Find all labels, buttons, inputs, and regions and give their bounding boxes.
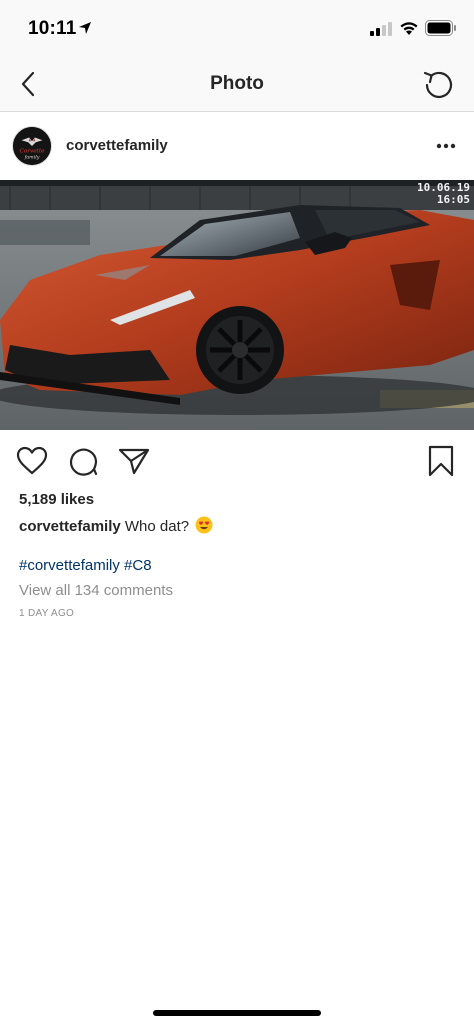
heart-eyes-emoji-icon (195, 516, 213, 534)
wifi-icon (400, 22, 418, 35)
nav-bar: Photo (0, 58, 474, 112)
paper-plane-icon (118, 448, 150, 475)
share-button[interactable] (117, 444, 151, 478)
signal-icon (370, 22, 392, 36)
post-username[interactable]: corvettefamily (66, 137, 168, 154)
caption: corvettefamily Who dat? (19, 516, 213, 535)
comment-button[interactable] (66, 444, 100, 478)
avatar[interactable]: Corvette family (12, 126, 52, 166)
like-button[interactable] (15, 444, 49, 478)
bookmark-icon (428, 445, 454, 477)
hashtag-c8[interactable]: #C8 (124, 557, 152, 574)
likes-count[interactable]: 5,189 likes (19, 491, 94, 508)
photo-time: 16:05 (436, 193, 470, 206)
status-time: 10:11 (28, 18, 77, 39)
hashtags: #corvettefamily #C8 (19, 557, 152, 574)
post-photo[interactable]: 10.06.19 16:05 (0, 180, 474, 430)
home-indicator[interactable] (153, 1010, 321, 1016)
battery-icon (425, 20, 456, 36)
post-header: Corvette family corvettefamily (0, 112, 474, 180)
svg-text:family: family (24, 154, 40, 160)
status-bar: 10:11 (0, 0, 474, 58)
svg-text:Corvette: Corvette (19, 149, 45, 155)
page-title: Photo (210, 73, 264, 94)
action-bar (0, 440, 474, 482)
view-all-comments-link[interactable]: View all 134 comments (19, 582, 173, 599)
heart-icon (16, 446, 48, 475)
save-button[interactable] (424, 444, 458, 478)
refresh-icon (423, 71, 453, 98)
location-arrow-icon (79, 22, 91, 34)
caption-username[interactable]: corvettefamily (19, 518, 121, 535)
refresh-button[interactable] (418, 64, 458, 104)
more-options-button[interactable] (434, 134, 458, 158)
more-dots-icon (436, 143, 456, 149)
car-photo (0, 180, 474, 430)
post-timestamp: 1 DAY AGO (19, 608, 75, 619)
comment-bubble-icon (69, 448, 98, 476)
hashtag-corvettefamily[interactable]: #corvettefamily (19, 557, 120, 574)
caption-text: Who dat? (124, 518, 190, 535)
photo-timestamp: 10.06.19 16:05 (417, 182, 470, 206)
corvette-family-logo: Corvette family (13, 127, 51, 165)
